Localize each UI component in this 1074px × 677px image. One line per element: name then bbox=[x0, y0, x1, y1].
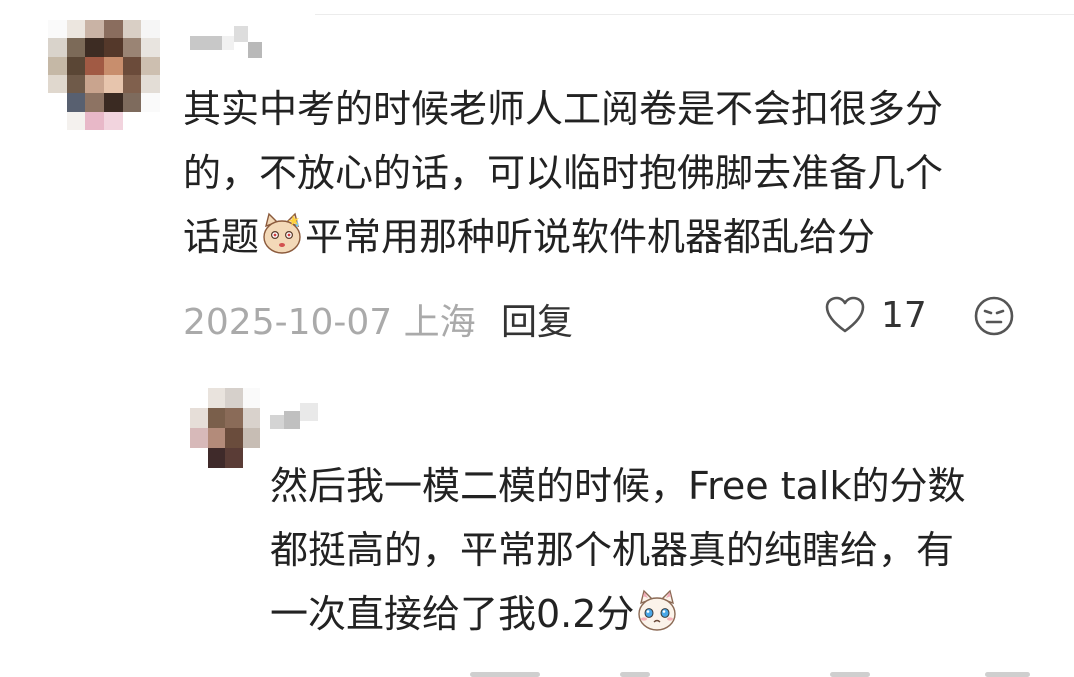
top-divider bbox=[315, 14, 1074, 15]
comment-line: 的，不放心的话，可以临时抱佛脚去准备几个 bbox=[183, 150, 944, 195]
next-item-hint bbox=[620, 672, 650, 677]
reply-line: 一次直接给了我0.2分 bbox=[270, 583, 1050, 647]
next-item-hint bbox=[470, 672, 540, 677]
reply-line: 都挺高的，平常那个机器真的纯瞎给，有 bbox=[270, 527, 955, 572]
reply-line: 然后我一模二模的时候，Free talk的分数 bbox=[270, 464, 966, 508]
sweating-cat-emoji bbox=[263, 212, 301, 254]
comment-text: 其实中考的时候老师人工阅卷是不会扣很多分 的，不放心的话，可以临时抱佛脚去准备几… bbox=[183, 78, 1043, 269]
reply-avatar[interactable] bbox=[190, 388, 260, 468]
reply-button[interactable]: 回复 bbox=[501, 293, 573, 345]
crying-cat-emoji bbox=[638, 589, 677, 631]
reply-line-part: 一次直接给了我0.2分 bbox=[270, 591, 635, 636]
next-item-hint bbox=[985, 672, 1030, 677]
like-button[interactable]: 17 bbox=[823, 293, 927, 337]
comment-line-part: 话题 bbox=[183, 214, 260, 259]
reply-username-masked[interactable] bbox=[270, 403, 318, 433]
comment-line: 其实中考的时候老师人工阅卷是不会扣很多分 bbox=[183, 87, 944, 131]
date-location: 2025-10-07 上海 bbox=[183, 302, 476, 343]
heart-icon[interactable] bbox=[823, 293, 867, 337]
comment-line: 话题 平常用那种听说软件机器都乱给分 bbox=[183, 206, 1043, 270]
avatar[interactable] bbox=[48, 20, 160, 130]
like-count: 17 bbox=[881, 294, 927, 336]
comment-meta: 2025-10-07 上海 回复 17 bbox=[183, 293, 1023, 343]
comment-line-part: 平常用那种听说软件机器都乱给分 bbox=[305, 214, 876, 259]
reply-text: 然后我一模二模的时候，Free talk的分数 都挺高的，平常那个机器真的纯瞎给… bbox=[270, 455, 1050, 646]
dislike-face-icon[interactable] bbox=[973, 295, 1015, 337]
next-item-hint bbox=[830, 672, 870, 677]
username-masked[interactable] bbox=[190, 26, 262, 58]
